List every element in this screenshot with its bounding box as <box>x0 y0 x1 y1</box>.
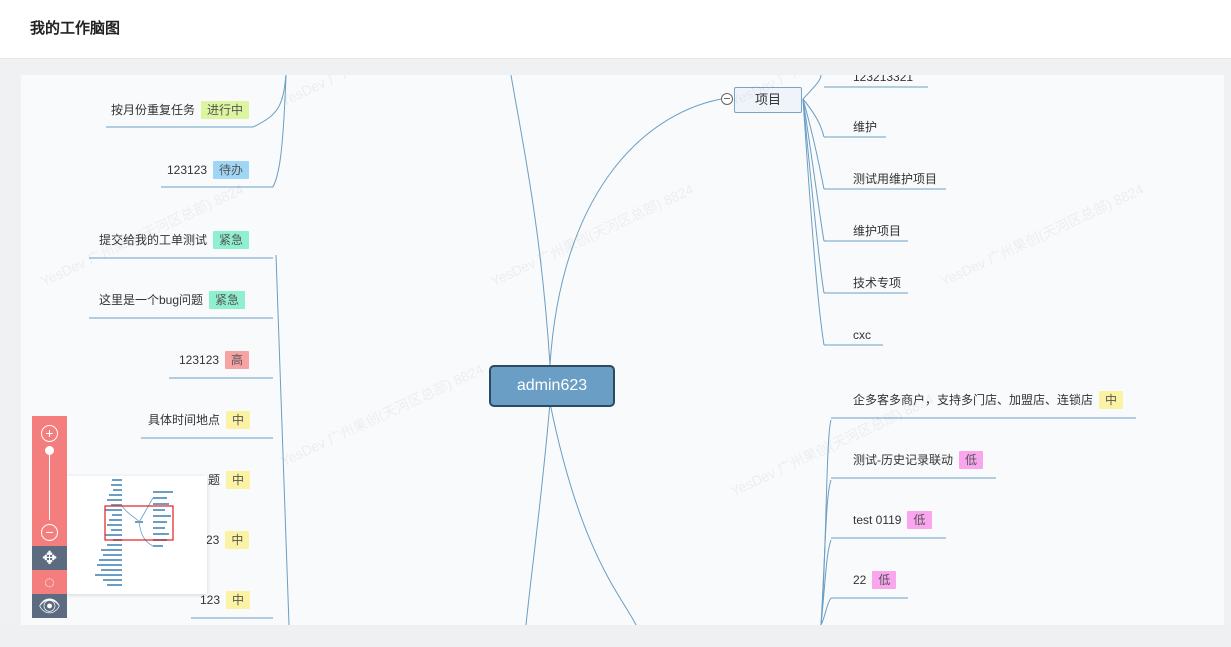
eye-icon[interactable]: 👁 <box>32 594 67 618</box>
task-node[interactable]: 测试-历史记录联动低 <box>853 451 984 469</box>
priority-badge: 中 <box>226 471 251 489</box>
priority-badge: 中 <box>226 411 251 429</box>
status-badge: 待办 <box>213 161 250 179</box>
move-arrows-icon[interactable]: ✥ <box>32 546 67 570</box>
task-label: 测试-历史记录联动 <box>853 453 953 467</box>
task-node[interactable]: 提交给我的工单测试 紧急 <box>99 231 250 249</box>
app-header: 我的工作脑图 <box>0 0 1231 59</box>
task-node[interactable]: 题中 <box>208 471 251 489</box>
task-label: test 0119 <box>853 513 902 527</box>
task-node[interactable]: 23 中 <box>206 531 250 549</box>
zoom-slider-handle[interactable] <box>45 446 54 455</box>
task-label: 23 <box>206 533 220 547</box>
task-label: 具体时间地点 <box>148 413 221 427</box>
task-label: 123123 <box>167 163 208 177</box>
project-child-node[interactable]: 维护项目 <box>853 222 901 240</box>
task-label: 题 <box>208 473 221 487</box>
priority-badge: 低 <box>907 511 932 529</box>
task-node[interactable]: test 0119 低 <box>853 511 932 529</box>
priority-badge: 低 <box>872 571 897 589</box>
priority-badge: 高 <box>225 351 250 369</box>
task-node[interactable]: 123123 待办 <box>167 161 250 179</box>
task-node[interactable]: 具体时间地点中 <box>148 411 251 429</box>
priority-badge: 中 <box>1099 391 1124 409</box>
task-node[interactable]: 123 中 <box>200 591 251 609</box>
task-node[interactable]: 22 低 <box>853 571 897 589</box>
bottom-scroll-area <box>0 625 1231 647</box>
zoom-in-icon[interactable]: + <box>41 425 58 442</box>
project-child-node[interactable]: 123213321 <box>853 75 913 86</box>
status-badge: 进行中 <box>201 101 250 119</box>
minimap-preview <box>95 479 174 586</box>
page-title: 我的工作脑图 <box>30 20 121 37</box>
task-label: 123 <box>200 593 221 607</box>
task-label: 企多客多商户，支持多门店、加盟店、连锁店 <box>853 393 1094 407</box>
priority-badge: 紧急 <box>213 231 250 249</box>
mindmap-root-node[interactable]: admin623 <box>489 365 615 407</box>
task-node[interactable]: 123123 高 <box>179 351 250 369</box>
task-node[interactable]: 这里是一个bug问题 紧急 <box>99 291 246 309</box>
zoom-track[interactable] <box>49 446 50 520</box>
zoom-out-icon[interactable]: − <box>41 524 58 541</box>
priority-badge: 紧急 <box>209 291 246 309</box>
priority-badge: 中 <box>225 531 250 549</box>
priority-badge: 中 <box>226 591 251 609</box>
task-node[interactable]: 按月份重复任务 进行中 <box>111 101 250 119</box>
collapse-toggle-icon[interactable] <box>721 93 733 105</box>
project-child-node[interactable]: 技术专项 <box>853 274 901 292</box>
task-label: 按月份重复任务 <box>111 103 196 117</box>
task-node[interactable]: 企多客多商户，支持多门店、加盟店、连锁店中 <box>853 391 1124 409</box>
project-child-node[interactable]: 测试用维护项目 <box>853 170 937 188</box>
task-label: 22 <box>853 573 867 587</box>
priority-badge: 低 <box>959 451 984 469</box>
zoom-controls: + − ✥ ◌ 👁 <box>32 416 67 619</box>
project-child-node[interactable]: cxc <box>853 326 871 344</box>
task-label: 这里是一个bug问题 <box>99 293 204 307</box>
crosshair-icon[interactable]: ◌ <box>32 570 67 594</box>
task-label: 提交给我的工单测试 <box>99 233 208 247</box>
minimap[interactable] <box>67 476 207 594</box>
task-label: 123123 <box>179 353 220 367</box>
project-child-node[interactable]: 维护 <box>853 118 877 136</box>
project-node[interactable]: 项目 <box>734 87 802 113</box>
